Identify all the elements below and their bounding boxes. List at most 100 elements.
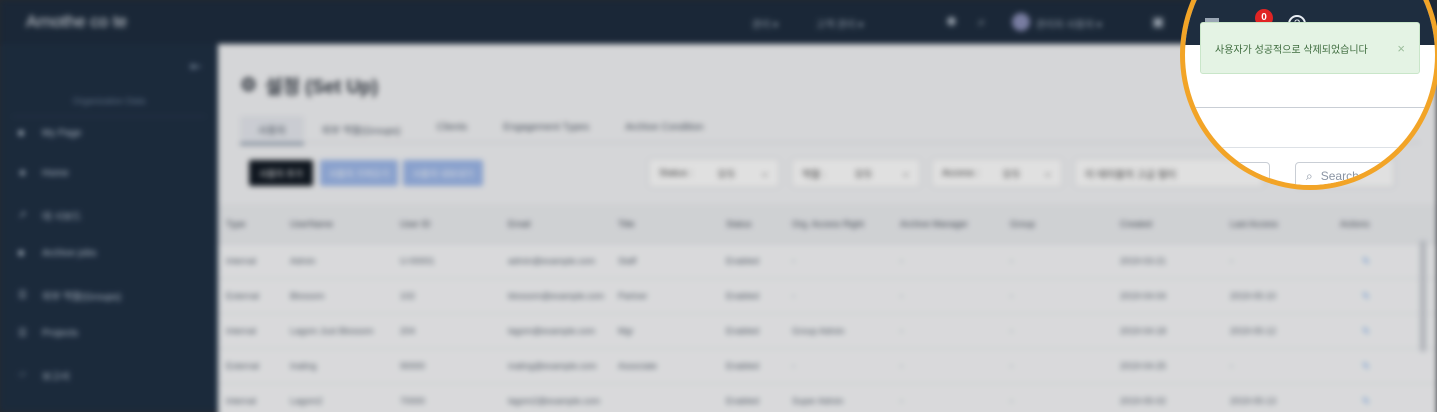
tab-clients[interactable]: Clients	[419, 116, 486, 145]
status-filter-value: 모두	[717, 169, 736, 181]
column-header[interactable]: Created	[1112, 219, 1222, 229]
nav-link-admin[interactable]: 관리 ▾	[752, 16, 778, 31]
tab-archive-condition[interactable]: Archive Condition	[607, 116, 721, 145]
table-cell: 102	[400, 291, 416, 301]
report-icon: ☞	[18, 370, 27, 381]
table-cell: Enabled	[726, 256, 760, 266]
import-users-button[interactable]: 사용자 가져오기	[320, 160, 398, 186]
sidebar-item-label: 보고서	[42, 372, 70, 383]
edit-icon[interactable]: ✎	[1332, 326, 1392, 337]
lock-icon[interactable]: ▣	[1152, 14, 1164, 30]
avatar[interactable]	[1012, 13, 1030, 31]
table-cell: -	[1010, 326, 1013, 336]
column-header[interactable]: Last Access	[1222, 219, 1332, 229]
table-cell: -	[900, 256, 903, 266]
nav-link-clients[interactable]: 고객 관리 ▾	[816, 16, 863, 31]
edit-icon[interactable]: ✎	[1332, 361, 1392, 372]
sidebar-item-label: 외부 역할(Groups)	[42, 292, 122, 303]
status-filter-label: Status :	[659, 167, 693, 179]
table-cell: -	[1230, 361, 1233, 371]
status-filter[interactable]: Status : 모두 ⌄	[648, 158, 780, 188]
table-header: Type UserName User ID Email Title Status Org. …	[218, 204, 1437, 244]
table-cell: -	[792, 256, 795, 266]
table-cell: Partner	[618, 291, 648, 301]
user-menu[interactable]: 관리자 사용자 ▾	[1036, 16, 1102, 31]
tab-engagement-types[interactable]: Engagement Types	[485, 116, 607, 145]
table-cell: -	[1230, 256, 1233, 266]
table-cell: -	[900, 396, 903, 406]
table-cell: 2019-05-12	[1230, 326, 1277, 336]
table-cell: Staff	[618, 256, 637, 266]
table-cell: Associate	[618, 361, 658, 371]
table-cell: -	[792, 291, 795, 301]
table-cell: Internal	[226, 396, 257, 406]
sidebar-item-dashboard[interactable]: ↗ 대 시보드	[18, 208, 82, 223]
edit-icon[interactable]: ✎	[1332, 256, 1392, 267]
table-cell: Enabled	[726, 361, 760, 371]
chevron-down-icon: ⌄	[1043, 167, 1052, 179]
chevron-down-icon: ⌄	[760, 167, 769, 179]
column-header[interactable]: Archive Manager	[892, 219, 1002, 229]
export-users-button[interactable]: 사용자 내보내기	[403, 160, 483, 186]
table-row[interactable]: Internal Admin U-00001 admin@example.com Sta…	[218, 244, 1437, 279]
table-cell: 90000	[400, 361, 426, 371]
add-user-button[interactable]: 사용자 추가	[249, 160, 313, 186]
edit-icon[interactable]: ✎	[1332, 291, 1392, 302]
sidebar-item-my-page[interactable]: ■ My Page	[18, 128, 81, 139]
sidebar-item-reports[interactable]: ☞ 보고서	[18, 368, 70, 383]
close-icon[interactable]: ×	[1397, 41, 1405, 56]
table-row[interactable]: Internal Lagom2 70000 lagom2@example.com Ena…	[218, 384, 1437, 412]
role-filter-label: 역할 :	[802, 169, 826, 181]
column-header[interactable]: UserName	[282, 219, 392, 229]
table-cell: -	[1010, 396, 1013, 406]
home-icon: ■	[18, 128, 25, 139]
access-filter[interactable]: Access : 모두 ⌄	[931, 158, 1063, 188]
sidebar-item-label: Archive jobs	[42, 248, 97, 259]
sidebar-item-groups[interactable]: ☰ 외부 역할(Groups)	[18, 288, 121, 303]
collapse-sidebar-icon[interactable]: ⇤	[190, 58, 202, 75]
table-cell: 2019-04-25	[1120, 361, 1167, 371]
column-header[interactable]: Title	[610, 219, 718, 229]
table-cell: U-00001	[400, 256, 435, 266]
column-header[interactable]: Type	[218, 219, 282, 229]
column-header[interactable]: Status	[718, 219, 784, 229]
chart-icon: ↗	[18, 210, 27, 221]
table-row[interactable]: External Inaling 90000 inaling@example.com A…	[218, 349, 1437, 384]
sidebar-item-archive-jobs[interactable]: ■ Archive jobs	[18, 248, 96, 259]
project-icon: ☰	[18, 328, 27, 339]
sidebar-item-label: Home	[42, 168, 69, 179]
sidebar-item-home[interactable]: ★ Home	[18, 168, 69, 179]
sidebar-item-label: My Page	[42, 128, 82, 139]
settings-tabs: 사용자 외부 역할(Groups) Clients Engagement Typ…	[240, 116, 722, 145]
table-cell: Admin	[290, 256, 316, 266]
sidebar-item-projects[interactable]: ☰ Projects	[18, 328, 78, 339]
chevron-down-icon: ⌄	[901, 167, 910, 179]
page-title: ⚙ 설정 (Set Up)	[240, 72, 378, 99]
table-cell: -	[792, 361, 795, 371]
role-filter[interactable]: 역할 : 모두 ⌄	[791, 158, 921, 188]
table-row[interactable]: Internal Lagom Just Blossom 204 lagom@examp…	[218, 314, 1437, 349]
tab-groups[interactable]: 외부 역할(Groups)	[304, 116, 419, 145]
settings-icon[interactable]: ✱	[946, 14, 957, 30]
column-header[interactable]: Actions	[1332, 219, 1392, 229]
edit-icon[interactable]: ✎	[1332, 396, 1392, 407]
table-cell: Blossom	[290, 291, 325, 301]
table-body: Internal Admin U-00001 admin@example.com Sta…	[218, 244, 1437, 412]
column-header[interactable]: Email	[500, 219, 610, 229]
table-cell: -	[900, 291, 903, 301]
search-icon[interactable]: ⌕	[978, 14, 985, 30]
table-scrollbar[interactable]	[1420, 240, 1426, 352]
table-cell: External	[226, 361, 260, 371]
table-cell: -	[900, 326, 903, 336]
column-header[interactable]: Org. Access Right	[784, 219, 892, 229]
folder-icon: ■	[18, 248, 25, 259]
table-cell: 2019-05-13	[1230, 396, 1277, 406]
brand-logo[interactable]: Arnothe co te	[26, 12, 127, 32]
column-header[interactable]: User ID	[392, 219, 500, 229]
tab-users[interactable]: 사용자	[240, 116, 304, 145]
table-row[interactable]: External Blossom 102 blossom@example.com Par…	[218, 279, 1437, 314]
column-header[interactable]: Group	[1002, 219, 1112, 229]
table-cell: Mgr	[618, 326, 634, 336]
table-cell: Inaling	[290, 361, 317, 371]
table-cell: blossom@example.com	[508, 291, 605, 301]
